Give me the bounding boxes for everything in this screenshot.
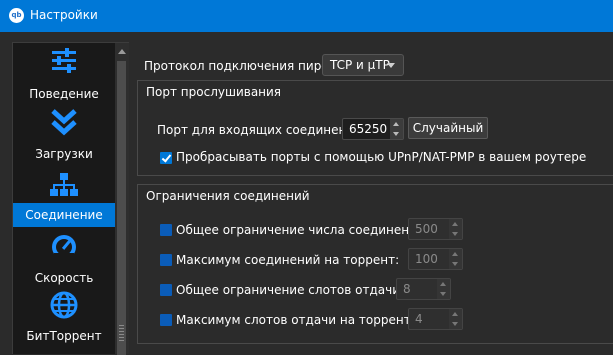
sidebar-item-label: Поведение [29,87,99,101]
global-upload-slots-value: 8 [403,282,411,296]
network-icon [50,173,78,196]
speedometer-icon [52,235,76,261]
connection-limits-group: Ограничения соединений Общее ограничение… [137,184,613,344]
per-torrent-connections-value: 100 [415,252,438,266]
sidebar-item-label: Скорость [34,271,94,285]
global-connections-spinbox[interactable]: 500 [408,218,463,240]
per-torrent-connections-label: Максимум соединений на торрент: [176,253,400,267]
sidebar-scrollbar[interactable] [115,42,129,355]
per-torrent-connections-spinbox[interactable]: 100 [408,248,463,270]
protocol-select-value: TCP и µTP [330,58,390,72]
global-connections-value: 500 [415,222,438,236]
protocol-select[interactable]: TCP и µTP [322,54,404,76]
per-torrent-upload-slots-checkbox[interactable] [160,314,172,326]
group-title: Ограничения соединений [146,189,310,203]
sidebar-item-label: БитТоррент [26,329,102,343]
global-upload-slots-checkbox[interactable] [160,284,172,296]
per-torrent-connections-checkbox[interactable] [160,254,172,266]
random-port-button[interactable]: Случайный [408,117,488,139]
sidebar-item-label: Загрузки [35,147,93,161]
settings-sidebar: Поведение Загрузки Соединение Скорость Б… [12,42,115,354]
incoming-port-value: 65250 [349,122,388,136]
sliders-icon [52,48,76,73]
window-title: Настройки [30,8,98,22]
per-torrent-upload-slots-value: 4 [415,312,423,326]
sidebar-item-label: Соединение [25,208,103,222]
group-title: Порт прослушивания [146,85,282,99]
incoming-port-spinbox[interactable]: 65250 [342,118,404,140]
global-upload-slots-label: Общее ограничение слотов отдачи: [176,283,405,297]
scrollbar-grip [119,325,124,341]
globe-icon [50,291,78,319]
decrement-arrow-icon[interactable] [449,259,462,269]
scrollbar-thumb[interactable] [117,61,126,355]
increment-arrow-icon[interactable] [390,119,403,129]
double-chevron-down-icon [51,109,77,136]
increment-arrow-icon[interactable] [449,249,462,259]
decrement-arrow-icon[interactable] [390,129,403,139]
global-upload-slots-spinbox[interactable]: 8 [396,278,451,300]
sidebar-item-speed[interactable]: Скорость [13,227,115,287]
upnp-label[interactable]: Пробрасывать порты с помощью UPnP/NAT-PM… [176,150,586,164]
increment-arrow-icon[interactable] [449,219,462,229]
decrement-arrow-icon[interactable] [437,289,450,299]
sidebar-item-connection-highlight[interactable]: Соединение [13,203,115,227]
protocol-label: Протокол подключения пиров: [144,59,340,73]
upnp-checkbox[interactable] [160,152,172,164]
increment-arrow-icon[interactable] [449,309,462,319]
sidebar-item-behavior[interactable]: Поведение [13,43,115,101]
listening-port-group: Порт прослушивания Порт для входящих сое… [137,80,613,176]
connection-settings-panel: Протокол подключения пиров: TCP и µTP По… [133,42,613,354]
sidebar-item-downloads[interactable]: Загрузки [13,101,115,161]
per-torrent-upload-slots-spinbox[interactable]: 4 [408,308,463,330]
global-connections-checkbox[interactable] [160,224,172,236]
increment-arrow-icon[interactable] [437,279,450,289]
scroll-up-arrow-icon[interactable] [118,49,126,54]
incoming-port-label: Порт для входящих соединений: [157,123,366,137]
per-torrent-upload-slots-label: Максимум слотов отдачи на торрент: [176,313,415,327]
app-logo-icon: qb [9,8,24,23]
decrement-arrow-icon[interactable] [449,229,462,239]
global-connections-label: Общее ограничение числа соединений: [176,223,429,237]
decrement-arrow-icon[interactable] [449,319,462,329]
chevron-down-icon [387,63,395,68]
title-bar[interactable]: qb Настройки [0,0,613,32]
sidebar-item-bittorrent[interactable]: БитТоррент [13,287,115,355]
